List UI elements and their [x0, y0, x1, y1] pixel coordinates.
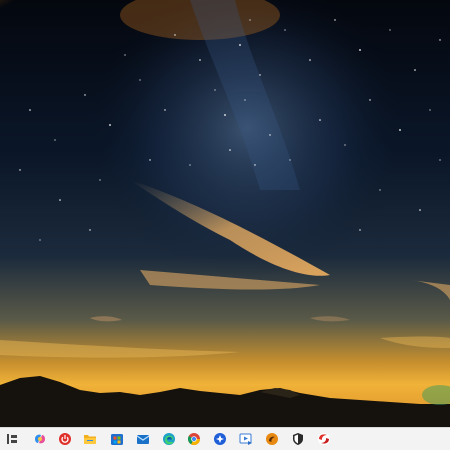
desktop — [0, 0, 450, 450]
edge-button[interactable] — [161, 431, 177, 447]
media-player-icon — [239, 432, 253, 446]
power-app-button[interactable] — [57, 431, 73, 447]
orange-app-button[interactable] — [264, 431, 280, 447]
task-view-icon — [5, 432, 19, 446]
blue-app-button[interactable] — [212, 431, 228, 447]
store-icon — [110, 432, 124, 446]
task-view-button[interactable] — [4, 431, 20, 447]
chrome-button[interactable] — [186, 431, 202, 447]
store-button[interactable] — [109, 431, 125, 447]
edge-browser-icon — [162, 432, 176, 446]
shield-icon — [291, 432, 305, 446]
mail-button[interactable] — [135, 431, 151, 447]
media-player-button[interactable] — [238, 431, 254, 447]
taskbar — [0, 427, 450, 450]
red-power-icon — [58, 432, 72, 446]
desktop-wallpaper — [0, 0, 450, 427]
orange-swirl-app-icon — [265, 432, 279, 446]
mail-icon — [136, 432, 150, 446]
red-app-button[interactable] — [316, 431, 332, 447]
security-button[interactable] — [290, 431, 306, 447]
file-explorer-button[interactable] — [82, 431, 98, 447]
chrome-browser-icon — [187, 432, 201, 446]
blue-circle-app-icon — [213, 432, 227, 446]
copilot-button[interactable] — [32, 431, 48, 447]
copilot-icon — [33, 432, 47, 446]
red-swirl-app-icon — [317, 432, 331, 446]
folder-icon — [83, 432, 97, 446]
